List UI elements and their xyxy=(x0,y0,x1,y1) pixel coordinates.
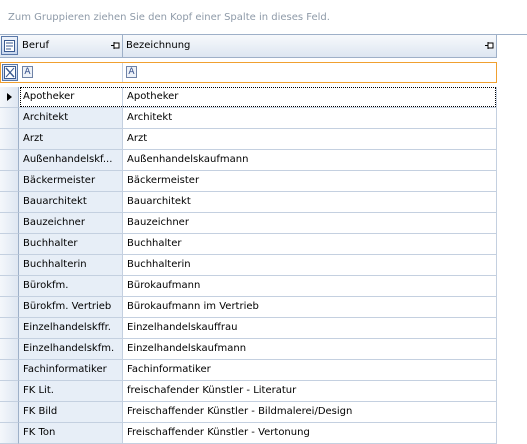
table-row[interactable]: Fachinformatiker Fachinformatiker xyxy=(0,360,497,381)
group-by-panel[interactable]: Zum Gruppieren ziehen Sie den Kopf einer… xyxy=(0,0,527,35)
cell-bezeichnung[interactable]: Fachinformatiker xyxy=(123,360,497,381)
column-chooser-button[interactable] xyxy=(1,36,18,55)
row-selector[interactable] xyxy=(0,234,19,255)
filter-cell-beruf[interactable]: A xyxy=(19,63,123,82)
cell-beruf[interactable]: Apotheker xyxy=(19,87,123,108)
row-selector[interactable] xyxy=(0,213,19,234)
current-row-arrow-icon xyxy=(7,93,12,101)
filter-cell-bezeichnung[interactable]: A xyxy=(123,63,496,82)
cell-beruf[interactable]: Architekt xyxy=(19,108,123,129)
column-header-row: Beruf Bezeichnung xyxy=(0,35,497,58)
row-selector[interactable] xyxy=(0,381,19,402)
row-selector[interactable] xyxy=(0,108,19,129)
table-row[interactable]: Bäckermeister Bäckermeister xyxy=(0,171,497,192)
table-row[interactable]: Buchhalterin Buchhalterin xyxy=(0,255,497,276)
table-row[interactable]: Bürokfm. Vertrieb Bürokaufmann im Vertrie… xyxy=(0,297,497,318)
cell-bezeichnung[interactable]: freischafender Künstler - Literatur xyxy=(123,381,497,402)
row-selector[interactable] xyxy=(0,276,19,297)
group-by-hint: Zum Gruppieren ziehen Sie den Kopf einer… xyxy=(8,12,330,23)
clear-filter-icon xyxy=(4,66,16,79)
cell-beruf[interactable]: Außenhandelskf... xyxy=(19,150,123,171)
row-selector[interactable] xyxy=(0,192,19,213)
filter-row: A A xyxy=(0,62,497,83)
row-selector[interactable] xyxy=(0,255,19,276)
table-row[interactable]: Apotheker Apotheker xyxy=(0,87,497,108)
row-selector[interactable] xyxy=(0,360,19,381)
table-row[interactable]: Einzelhandelskfm. Einzelhandelskaufmann xyxy=(0,339,497,360)
table-row[interactable]: Buchhalter Buchhalter xyxy=(0,234,497,255)
cell-beruf[interactable]: FK Bild xyxy=(19,402,123,423)
table-row[interactable]: FK Lit. freischafender Künstler - Literat… xyxy=(0,381,497,402)
column-header-bezeichnung[interactable]: Bezeichnung xyxy=(123,35,497,57)
cell-bezeichnung[interactable]: Außenhandelskaufmann xyxy=(123,150,497,171)
column-chooser-icon xyxy=(4,40,15,52)
cell-bezeichnung[interactable]: Bäckermeister xyxy=(123,171,497,192)
table-row[interactable]: Bauzeichner Bauzeichner xyxy=(0,213,497,234)
table-row[interactable]: FK Ton Freischaffender Künstler - Vertonu… xyxy=(0,423,497,444)
cell-bezeichnung[interactable]: Freischaffender Künstler - Bildmalerei/D… xyxy=(123,402,497,423)
cell-beruf[interactable]: Bürokfm. Vertrieb xyxy=(19,297,123,318)
cell-beruf[interactable]: Fachinformatiker xyxy=(19,360,123,381)
cell-beruf[interactable]: Arzt xyxy=(19,129,123,150)
table-row[interactable]: Architekt Architekt xyxy=(0,108,497,129)
cell-bezeichnung[interactable]: Bauarchitekt xyxy=(123,192,497,213)
cell-bezeichnung[interactable]: Freischaffender Künstler - Vertonung xyxy=(123,423,497,444)
row-selector[interactable] xyxy=(0,87,19,108)
cell-beruf[interactable]: Bauzeichner xyxy=(19,213,123,234)
row-selector[interactable] xyxy=(0,402,19,423)
cell-bezeichnung[interactable]: Architekt xyxy=(123,108,497,129)
grid-empty-area xyxy=(497,35,527,443)
pin-icon[interactable] xyxy=(111,41,120,50)
table-row[interactable]: Bauarchitekt Bauarchitekt xyxy=(0,192,497,213)
cell-bezeichnung[interactable]: Apotheker xyxy=(123,87,497,108)
cell-beruf[interactable]: Buchhalterin xyxy=(19,255,123,276)
cell-bezeichnung[interactable]: Bürokaufmann im Vertrieb xyxy=(123,297,497,318)
table-row[interactable]: Arzt Arzt xyxy=(0,129,497,150)
cell-beruf[interactable]: Einzelhandelskfm. xyxy=(19,339,123,360)
cell-beruf[interactable]: Einzelhandelskffr. xyxy=(19,318,123,339)
column-header-bezeichnung-label: Bezeichnung xyxy=(126,40,191,51)
table-row[interactable]: Bürokfm. Bürokaufmann xyxy=(0,276,497,297)
cell-beruf[interactable]: Bürokfm. xyxy=(19,276,123,297)
cell-bezeichnung[interactable]: Einzelhandelskauffrau xyxy=(123,318,497,339)
row-selector[interactable] xyxy=(0,297,19,318)
cell-bezeichnung[interactable]: Einzelhandelskaufmann xyxy=(123,339,497,360)
table-row[interactable]: Einzelhandelskffr. Einzelhandelskauffrau xyxy=(0,318,497,339)
grid-rows: Apotheker Apotheker Architekt Architekt Arzt… xyxy=(0,87,497,444)
cell-beruf[interactable]: Bauarchitekt xyxy=(19,192,123,213)
cell-beruf[interactable]: FK Lit. xyxy=(19,381,123,402)
row-selector[interactable] xyxy=(0,339,19,360)
clear-filter-button[interactable] xyxy=(2,64,18,81)
cell-bezeichnung[interactable]: Buchhalterin xyxy=(123,255,497,276)
filter-operator-icon[interactable]: A xyxy=(126,66,137,78)
column-header-beruf-label: Beruf xyxy=(22,40,49,51)
row-selector[interactable] xyxy=(0,318,19,339)
pin-icon[interactable] xyxy=(485,41,494,50)
row-selector[interactable] xyxy=(0,129,19,150)
column-header-beruf[interactable]: Beruf xyxy=(19,35,123,57)
cell-bezeichnung[interactable]: Arzt xyxy=(123,129,497,150)
cell-bezeichnung[interactable]: Bürokaufmann xyxy=(123,276,497,297)
cell-beruf[interactable]: FK Ton xyxy=(19,423,123,444)
row-selector[interactable] xyxy=(0,150,19,171)
table-row[interactable]: FK Bild Freischaffender Künstler - Bildma… xyxy=(0,402,497,423)
filter-operator-icon[interactable]: A xyxy=(22,66,33,78)
row-selector[interactable] xyxy=(0,171,19,192)
cell-beruf[interactable]: Bäckermeister xyxy=(19,171,123,192)
cell-bezeichnung[interactable]: Buchhalter xyxy=(123,234,497,255)
row-selector[interactable] xyxy=(0,423,19,444)
cell-bezeichnung[interactable]: Bauzeichner xyxy=(123,213,497,234)
data-grid: Beruf Bezeichnung A A Apotheker Apotheke… xyxy=(0,35,497,444)
table-row[interactable]: Außenhandelskf... Außenhandelskaufmann xyxy=(0,150,497,171)
cell-beruf[interactable]: Buchhalter xyxy=(19,234,123,255)
